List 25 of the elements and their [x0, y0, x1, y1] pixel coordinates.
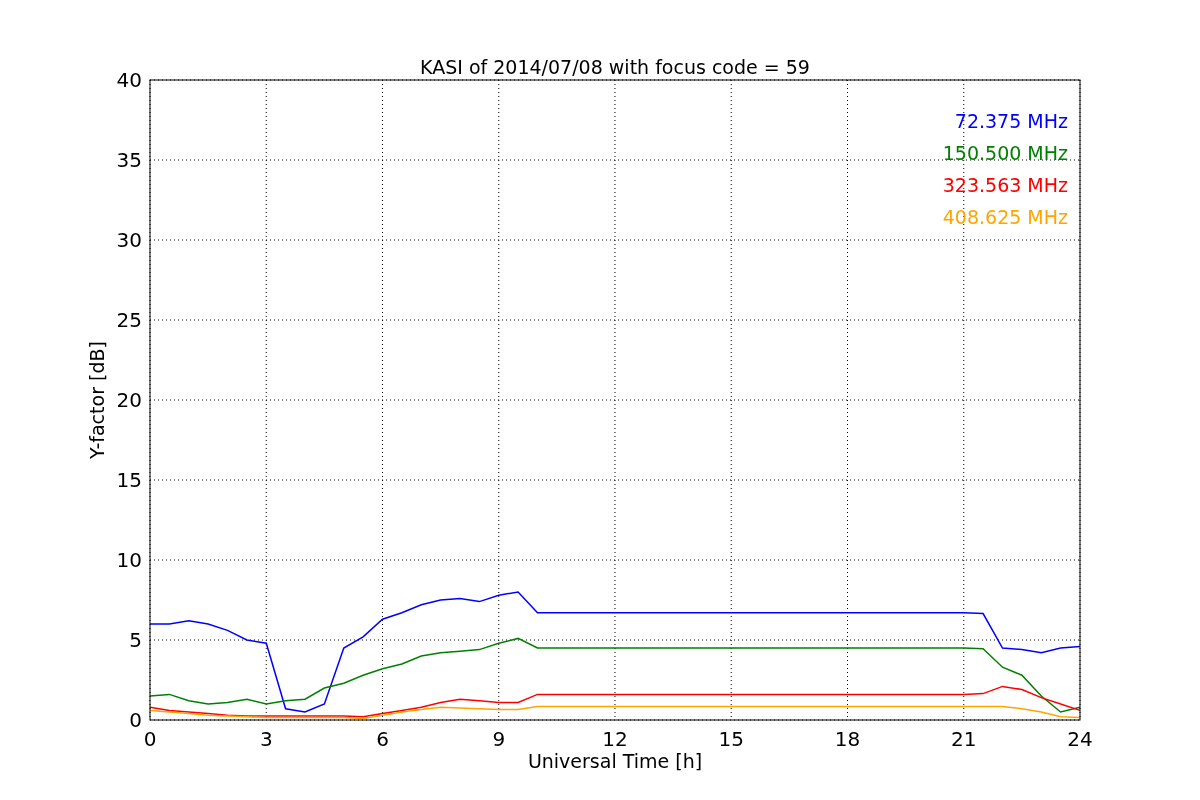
- y-tick-label: 35: [116, 148, 142, 172]
- y-tick-label: 0: [129, 708, 142, 732]
- x-tick-label: 3: [259, 727, 273, 751]
- x-tick-label: 15: [718, 727, 744, 751]
- x-tick-label: 9: [492, 727, 506, 751]
- chart-title: KASI of 2014/07/08 with focus code = 59: [420, 56, 810, 78]
- y-tick-label: 40: [116, 68, 142, 92]
- y-axis-label: Y-factor [dB]: [86, 341, 108, 459]
- legend-label: 408.625 MHz: [942, 206, 1068, 228]
- x-tick-label: 21: [951, 727, 977, 751]
- y-tick-label: 10: [116, 548, 142, 572]
- y-tick-label: 20: [116, 388, 142, 412]
- x-tick-label: 24: [1067, 727, 1093, 751]
- y-tick-label: 25: [116, 308, 142, 332]
- x-axis-label: Universal Time [h]: [527, 750, 703, 772]
- legend-label: 150.500 MHz: [942, 142, 1068, 164]
- y-tick-label: 15: [116, 468, 142, 492]
- x-tick-label: 18: [834, 727, 861, 751]
- legend-label: 323.563 MHz: [942, 174, 1068, 196]
- x-tick-label: 0: [143, 727, 157, 751]
- x-tick-label: 6: [376, 727, 389, 751]
- x-tick-label: 12: [602, 727, 628, 751]
- y-tick-label: 5: [129, 628, 142, 652]
- y-tick-label: 30: [116, 228, 142, 252]
- legend-label: 72.375 MHz: [954, 110, 1068, 132]
